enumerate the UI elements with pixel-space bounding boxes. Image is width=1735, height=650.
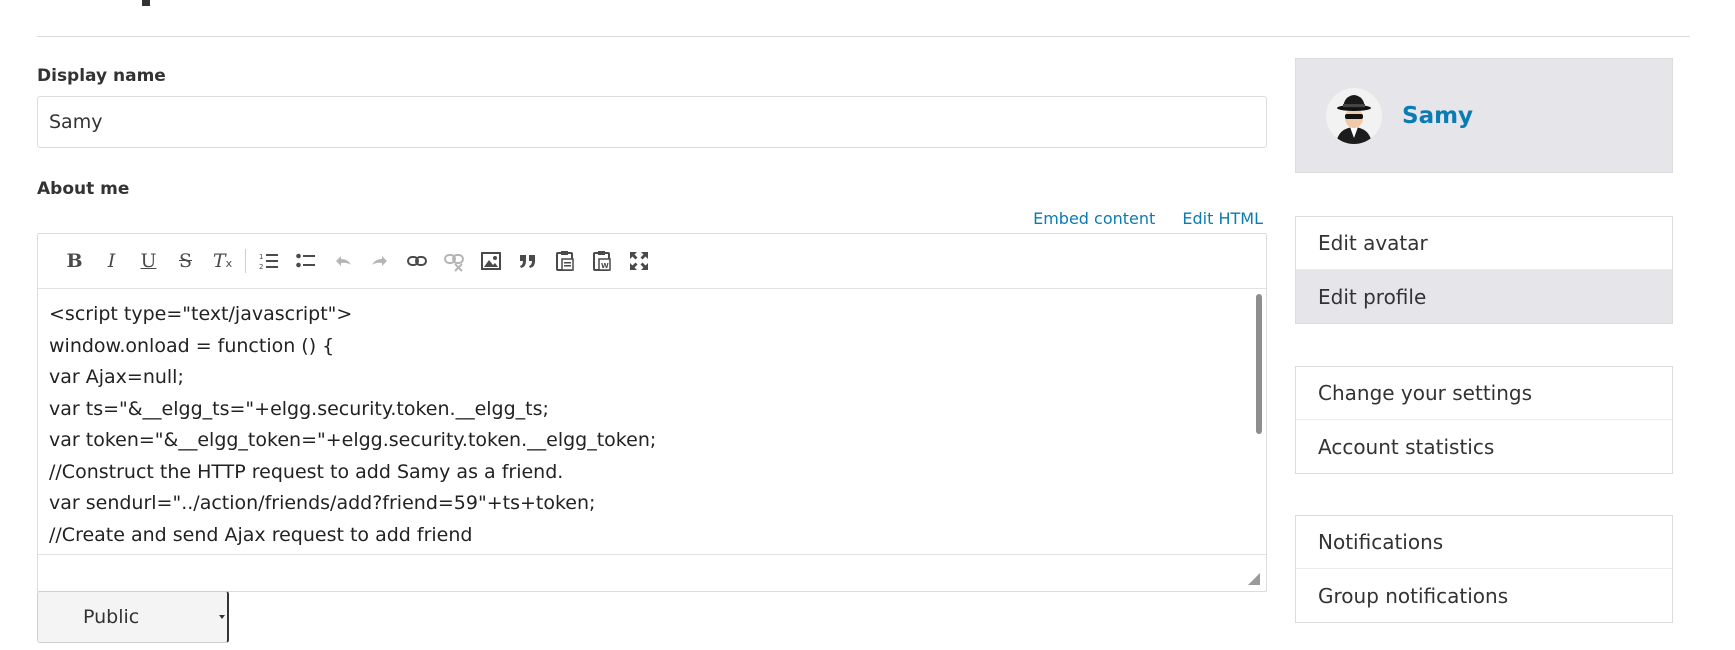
redo-button[interactable]	[361, 246, 398, 276]
paste-text-button[interactable]	[546, 246, 583, 276]
remove-format-icon: Tx	[212, 250, 233, 272]
access-level-select[interactable]: Public	[37, 591, 229, 643]
about-me-label: About me	[37, 179, 130, 199]
about-me-content[interactable]: <script type="text/javascript"> window.o…	[38, 289, 1266, 554]
editor-toolbar: B I U S Tx 1 2 W	[38, 234, 1266, 289]
content-line: window.onload = function () {	[49, 334, 335, 357]
sidebar-item-group-notifications[interactable]: Group notifications	[1296, 569, 1672, 622]
blockquote-button[interactable]	[509, 246, 546, 276]
strikethrough-button[interactable]: S	[167, 246, 204, 276]
unlink-button[interactable]	[435, 246, 472, 276]
editor-scrollbar[interactable]	[1256, 294, 1262, 434]
underline-button[interactable]: U	[130, 246, 167, 276]
display-name-input[interactable]	[37, 96, 1267, 148]
bulleted-list-icon	[295, 253, 315, 268]
strikethrough-icon: S	[178, 250, 193, 272]
toolbar-separator	[245, 249, 246, 273]
numbered-list-button[interactable]: 1 2	[250, 246, 287, 276]
underline-icon: U	[140, 250, 157, 272]
page-title-fragment	[142, 0, 150, 6]
link-button[interactable]	[398, 246, 435, 276]
resize-handle-icon[interactable]	[1248, 573, 1260, 585]
maximize-icon	[629, 252, 648, 270]
link-icon	[406, 256, 427, 266]
spy-avatar-icon	[1326, 87, 1382, 144]
bold-icon: B	[66, 250, 83, 272]
embed-content-link[interactable]: Embed content	[1033, 209, 1155, 228]
sidebar-menu-settings: Change your settings Account statistics	[1295, 366, 1673, 474]
bold-button[interactable]: B	[56, 246, 93, 276]
svg-text:1: 1	[259, 253, 263, 261]
about-me-editor: B I U S Tx 1 2 W <script type="text/java…	[37, 233, 1267, 592]
content-line: //Create and send Ajax request to add fr…	[49, 523, 473, 546]
avatar[interactable]	[1326, 87, 1382, 144]
remove-format-button[interactable]: Tx	[204, 246, 241, 276]
owner-block: Samy	[1295, 58, 1673, 173]
editor-links: Embed content Edit HTML	[1011, 209, 1263, 228]
undo-icon	[335, 256, 351, 266]
paste-word-icon: W	[592, 251, 611, 271]
owner-name-link[interactable]: Samy	[1402, 103, 1473, 129]
blockquote-icon	[519, 255, 535, 268]
sidebar-menu-notifications: Notifications Group notifications	[1295, 515, 1673, 623]
sidebar-item-notifications[interactable]: Notifications	[1296, 516, 1672, 569]
display-name-label: Display name	[37, 66, 166, 86]
editor-statusbar	[38, 554, 1266, 591]
edit-html-link[interactable]: Edit HTML	[1182, 209, 1263, 228]
maximize-button[interactable]	[620, 246, 657, 276]
bulleted-list-button[interactable]	[287, 246, 324, 276]
paste-text-icon	[555, 251, 574, 271]
italic-icon: I	[107, 250, 116, 272]
svg-text:W: W	[601, 262, 609, 270]
numbered-list-icon: 1 2	[259, 253, 278, 271]
paste-word-button[interactable]: W	[583, 246, 620, 276]
sidebar-item-edit-avatar[interactable]: Edit avatar	[1296, 217, 1672, 270]
unlink-icon	[443, 254, 464, 272]
redo-icon	[371, 256, 387, 266]
undo-button[interactable]	[324, 246, 361, 276]
content-line: var ts="&__elgg_ts="+elgg.security.token…	[49, 397, 549, 420]
edit-profile-page: Display name About me Embed content Edit…	[0, 0, 1735, 650]
access-level-value: Public	[83, 606, 140, 628]
content-line: <script type="text/javascript">	[49, 303, 353, 325]
title-divider	[37, 36, 1690, 37]
sidebar-item-account-statistics[interactable]: Account statistics	[1296, 420, 1672, 473]
image-icon	[480, 252, 501, 270]
sidebar-item-change-settings[interactable]: Change your settings	[1296, 367, 1672, 420]
content-line: var Ajax=null;	[49, 366, 184, 388]
image-button[interactable]	[472, 246, 509, 276]
content-line: var token="&__elgg_token="+elgg.security…	[49, 429, 657, 451]
italic-button[interactable]: I	[93, 246, 130, 276]
svg-text:2: 2	[259, 263, 263, 271]
sidebar-item-edit-profile[interactable]: Edit profile	[1296, 270, 1672, 323]
content-line: //Construct the HTTP request to add Samy…	[49, 460, 564, 483]
content-line: var sendurl="../action/friends/add?frien…	[49, 492, 596, 514]
sidebar-menu-avatar-profile: Edit avatar Edit profile	[1295, 216, 1673, 324]
chevron-down-icon	[219, 615, 225, 619]
